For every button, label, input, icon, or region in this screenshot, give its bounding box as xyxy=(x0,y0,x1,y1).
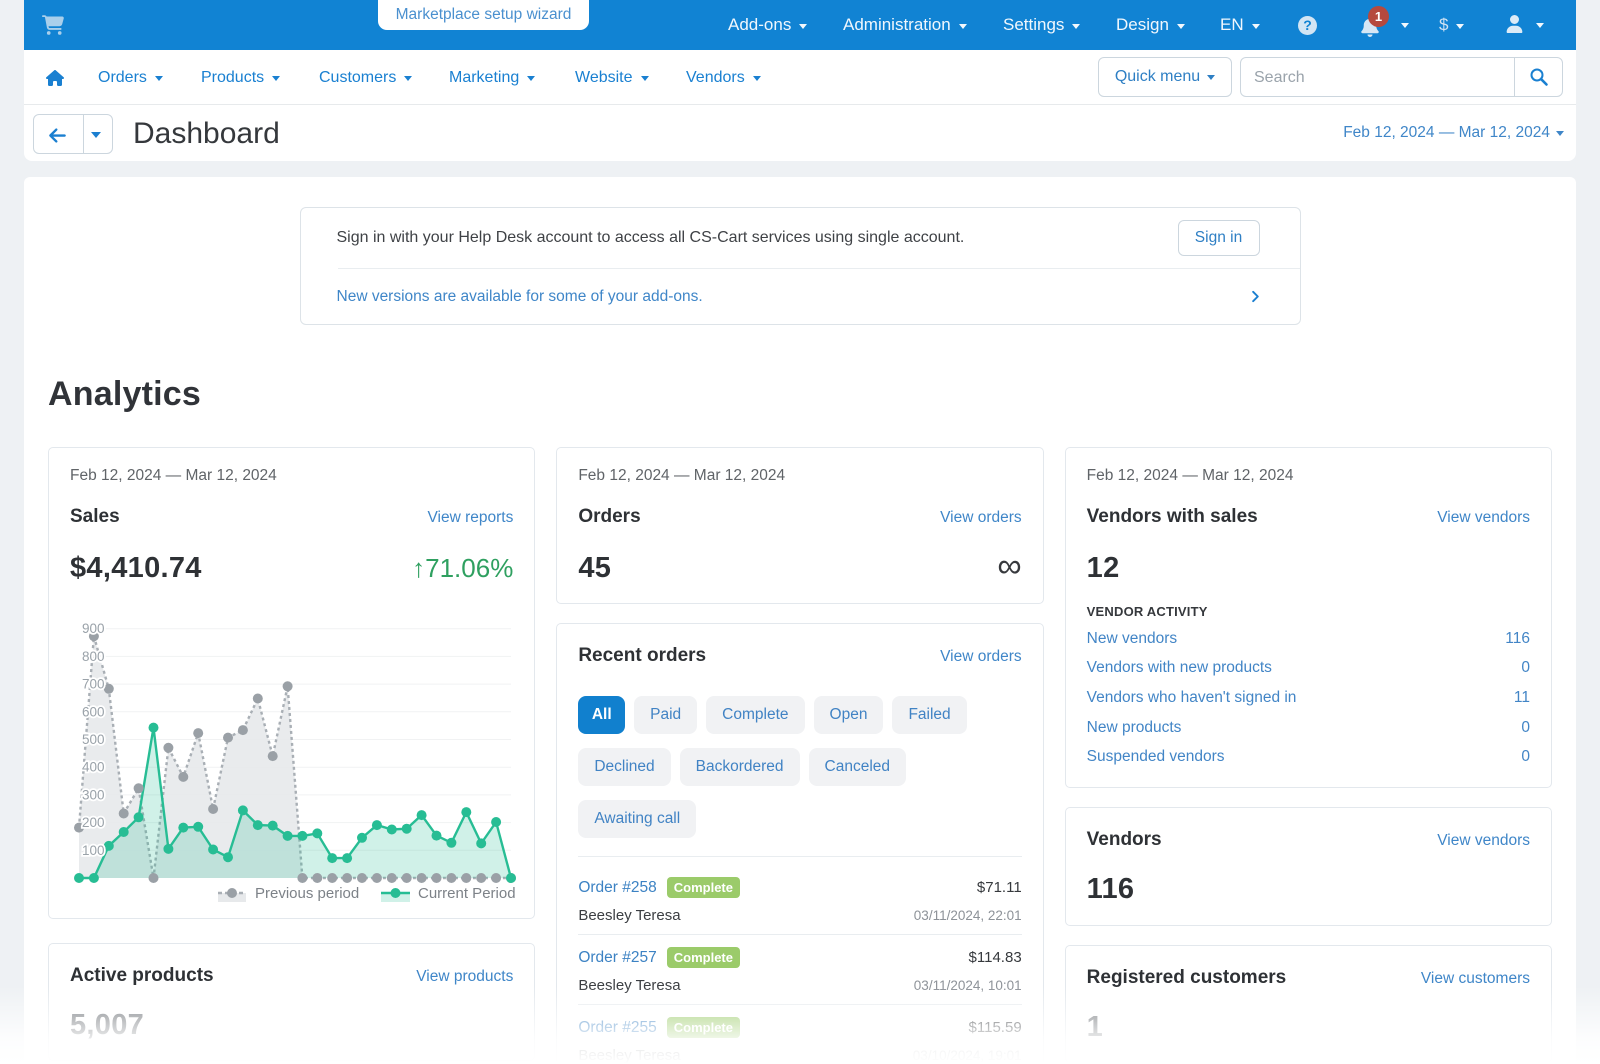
svg-text:Current Period: Current Period xyxy=(418,885,516,902)
svg-text:700: 700 xyxy=(82,676,105,691)
svg-text:200: 200 xyxy=(82,815,105,830)
svg-text:100: 100 xyxy=(82,842,105,857)
svg-text:800: 800 xyxy=(82,648,105,663)
svg-text:400: 400 xyxy=(82,759,105,774)
svg-text:600: 600 xyxy=(82,704,105,719)
svg-text:Previous period: Previous period xyxy=(255,885,359,902)
svg-text:900: 900 xyxy=(82,621,105,636)
svg-text:500: 500 xyxy=(82,732,105,747)
svg-text:300: 300 xyxy=(82,787,105,802)
